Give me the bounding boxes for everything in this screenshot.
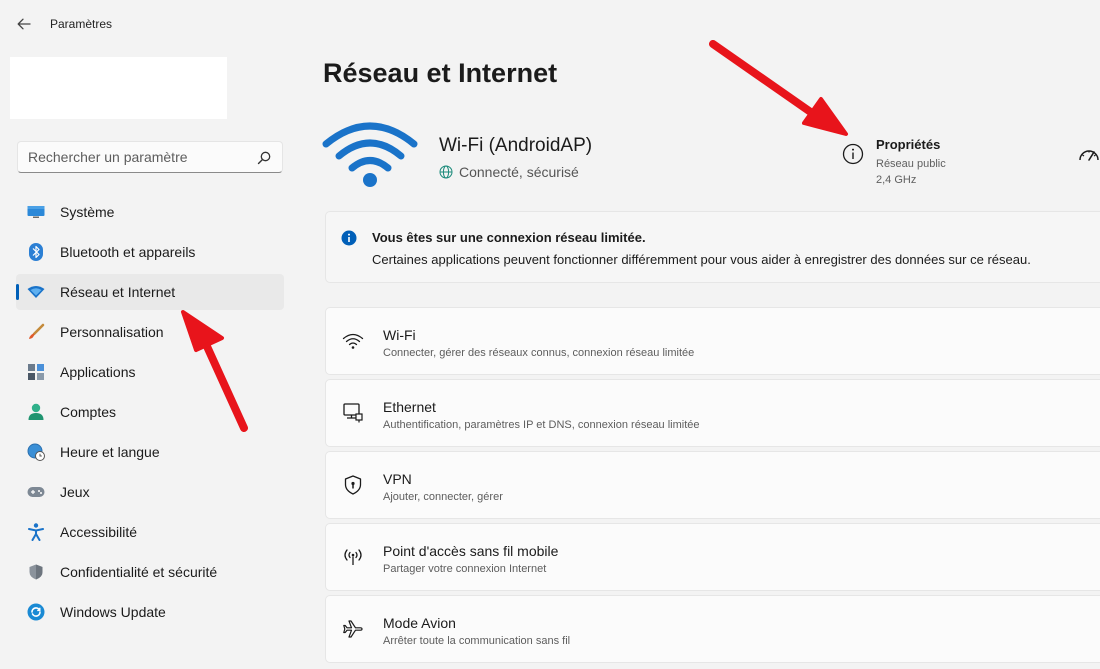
search-icon[interactable]	[256, 150, 272, 166]
card-title: Ethernet	[383, 399, 436, 415]
sidebar-item-jeux[interactable]: Jeux	[16, 474, 284, 510]
info-filled-icon	[341, 230, 357, 246]
sidebar-item-bluetooth[interactable]: Bluetooth et appareils	[16, 234, 284, 270]
back-button[interactable]	[14, 14, 34, 34]
sidebar-nav: Système Bluetooth et appareils Réseau et…	[16, 194, 284, 634]
card-title: Mode Avion	[383, 615, 456, 631]
sidebar-item-heure-langue[interactable]: Heure et langue	[16, 434, 284, 470]
hotspot-icon	[342, 546, 364, 568]
sidebar-item-label: Réseau et Internet	[60, 284, 176, 300]
sidebar-item-label: Système	[60, 204, 115, 220]
wifi-large-icon	[322, 122, 418, 187]
card-subtitle: Ajouter, connecter, gérer	[383, 491, 503, 503]
sidebar-item-label: Heure et langue	[60, 444, 160, 460]
card-hotspot[interactable]: Point d'accès sans fil mobile Partager v…	[325, 523, 1100, 591]
ethernet-icon	[342, 402, 364, 424]
user-profile-area[interactable]	[10, 57, 227, 119]
page-title: Réseau et Internet	[323, 58, 558, 88]
sidebar-item-label: Accessibilité	[60, 524, 138, 540]
metered-connection-infobar: Vous êtes sur une connexion réseau limit…	[325, 211, 1100, 283]
sidebar-item-applications[interactable]: Applications	[16, 354, 284, 390]
active-indicator	[16, 284, 19, 300]
sidebar-item-comptes[interactable]: Comptes	[16, 394, 284, 430]
airplane-icon	[342, 618, 364, 640]
infobar-message: Certaines applications peuvent fonctionn…	[372, 252, 1031, 267]
sidebar-item-label: Jeux	[60, 484, 90, 500]
sidebar-item-accessibilite[interactable]: Accessibilité	[16, 514, 284, 550]
network-type: Réseau public	[876, 158, 946, 170]
update-icon	[27, 603, 45, 621]
back-arrow-icon	[17, 18, 31, 30]
vpn-shield-icon	[342, 474, 364, 496]
globe-icon	[439, 165, 453, 179]
connection-name: Wi-Fi (AndroidAP)	[439, 135, 593, 156]
title-bar: Paramètres	[0, 0, 1100, 48]
sidebar-item-systeme[interactable]: Système	[16, 194, 284, 230]
person-icon	[27, 403, 45, 421]
properties-button[interactable]: Propriétés Réseau public 2,4 GHz	[842, 136, 1012, 196]
monitor-icon	[27, 203, 45, 221]
sidebar-item-personnalisation[interactable]: Personnalisation	[16, 314, 284, 350]
gamepad-icon	[27, 483, 45, 501]
data-usage-gauge-icon[interactable]	[1078, 144, 1100, 164]
card-ethernet[interactable]: Ethernet Authentification, paramètres IP…	[325, 379, 1100, 447]
apps-icon	[27, 363, 45, 381]
search-box[interactable]	[17, 141, 283, 173]
search-input[interactable]	[18, 142, 282, 172]
card-title: VPN	[383, 471, 412, 487]
sidebar-item-confidentialite[interactable]: Confidentialité et sécurité	[16, 554, 284, 590]
wifi-icon	[342, 330, 364, 352]
sidebar-item-label: Confidentialité et sécurité	[60, 564, 218, 580]
app-title: Paramètres	[50, 17, 113, 31]
card-title: Point d'accès sans fil mobile	[383, 543, 559, 559]
card-airplane-mode[interactable]: Mode Avion Arrêter toute la communicatio…	[325, 595, 1100, 663]
card-subtitle: Partager votre connexion Internet	[383, 563, 547, 575]
shield-icon	[27, 563, 45, 581]
connection-status: Connecté, sécurisé	[439, 164, 579, 180]
sidebar-item-windows-update[interactable]: Windows Update	[16, 594, 284, 630]
sidebar-item-label: Bluetooth et appareils	[60, 244, 196, 260]
info-circle-icon	[842, 143, 864, 165]
annotation-arrow-properties	[709, 40, 848, 136]
card-subtitle: Authentification, paramètres IP et DNS, …	[383, 419, 700, 431]
properties-title: Propriétés	[876, 137, 941, 152]
card-vpn[interactable]: VPN Ajouter, connecter, gérer	[325, 451, 1100, 519]
globe-clock-icon	[27, 443, 45, 461]
card-wifi[interactable]: Wi-Fi Connecter, gérer des réseaux connu…	[325, 307, 1100, 375]
wifi-diamond-icon	[27, 283, 45, 301]
sidebar-item-label: Windows Update	[60, 604, 166, 620]
accessibility-icon	[27, 523, 45, 541]
card-subtitle: Connecter, gérer des réseaux connus, con…	[383, 347, 695, 359]
network-band: 2,4 GHz	[876, 174, 917, 186]
sidebar-item-label: Comptes	[60, 404, 117, 420]
bluetooth-icon	[27, 243, 45, 261]
brush-icon	[27, 323, 45, 341]
connection-status-text: Connecté, sécurisé	[459, 164, 579, 180]
sidebar-item-label: Personnalisation	[60, 324, 164, 340]
card-title: Wi-Fi	[383, 327, 416, 343]
sidebar-item-reseau[interactable]: Réseau et Internet	[16, 274, 284, 310]
settings-cards: Wi-Fi Connecter, gérer des réseaux connu…	[325, 307, 1100, 667]
infobar-title: Vous êtes sur une connexion réseau limit…	[372, 230, 646, 245]
card-subtitle: Arrêter toute la communication sans fil	[383, 635, 571, 647]
sidebar-item-label: Applications	[60, 364, 136, 380]
